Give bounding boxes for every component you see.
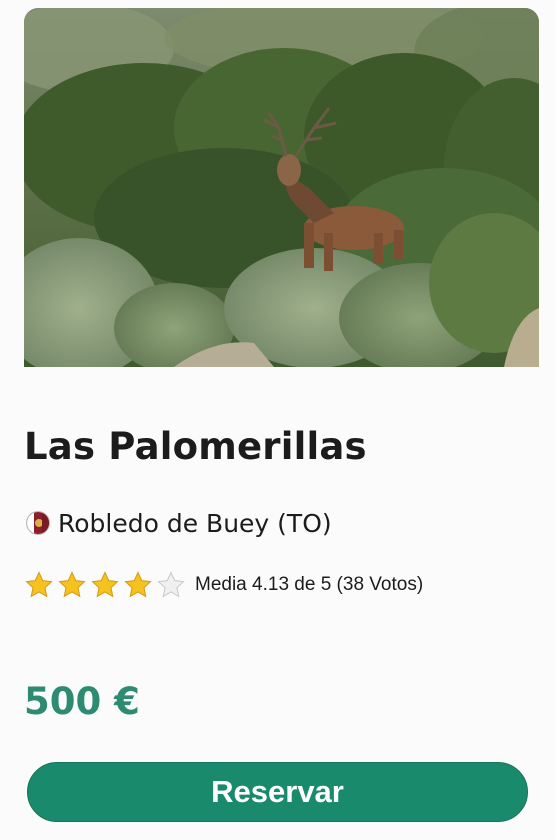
rating-summary: Media 4.13 de 5 (38 Votos) (195, 574, 424, 595)
star-filled-icon[interactable] (57, 570, 87, 600)
rating: Media 4.13 de 5 (38 Votos) (24, 568, 423, 602)
listing-title: Las Palomerillas (24, 425, 367, 468)
star-empty-icon[interactable] (156, 570, 186, 600)
reserve-button[interactable]: Reservar (27, 762, 528, 822)
location-label: Robledo de Buey (TO) (58, 508, 332, 538)
listing-location: Robledo de Buey (TO) (26, 505, 332, 541)
listing-photo[interactable] (24, 8, 539, 367)
star-filled-icon[interactable] (123, 570, 153, 600)
star-filled-icon[interactable] (90, 570, 120, 600)
star-rating[interactable] (24, 570, 189, 600)
listing-card: Las Palomerillas Robledo de Buey (TO) Me… (0, 0, 555, 840)
toledo-flag-icon (26, 511, 50, 535)
star-filled-icon[interactable] (24, 570, 54, 600)
price: 500 € (24, 680, 140, 723)
deer-photo (24, 8, 539, 367)
